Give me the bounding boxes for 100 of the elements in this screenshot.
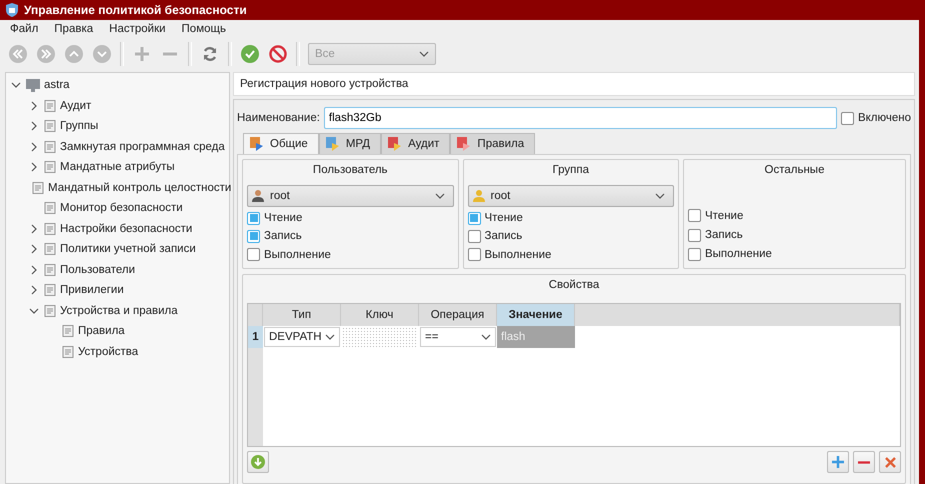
plus-icon — [832, 456, 844, 468]
document-icon — [44, 120, 56, 132]
tab[interactable]: Правила — [450, 133, 536, 154]
tree-item[interactable]: Мандатные атрибуты — [60, 161, 175, 174]
checkbox[interactable] — [247, 212, 260, 224]
add-button[interactable] — [827, 451, 849, 473]
tree-item[interactable]: Мандатный контроль целостности — [48, 182, 232, 194]
expanded-icon[interactable] — [29, 308, 39, 314]
prohibited-icon — [269, 45, 287, 63]
collapsed-icon[interactable] — [31, 244, 37, 254]
checkbox[interactable] — [688, 228, 701, 242]
operation-dropdown[interactable]: == — [420, 327, 496, 347]
owner-dropdown[interactable]: root — [468, 184, 674, 207]
checkbox-label: Включено — [858, 112, 911, 124]
last-button[interactable] — [34, 42, 58, 66]
tab-image-icon — [326, 137, 340, 151]
collapsed-icon[interactable] — [31, 224, 37, 234]
document-icon — [44, 202, 56, 214]
menu-item[interactable]: Файл — [2, 23, 46, 35]
caret-icon — [325, 334, 335, 340]
group-title: Пользователь — [312, 164, 389, 178]
menu-item[interactable]: Правка — [46, 23, 102, 35]
checkbox[interactable] — [688, 248, 701, 261]
expanded-icon[interactable] — [11, 82, 21, 88]
collapsed-icon[interactable] — [31, 264, 37, 275]
tab-image-icon — [457, 137, 472, 151]
download-button[interactable] — [247, 451, 269, 473]
type-dropdown[interactable]: DEVPATH — [264, 327, 340, 347]
column-header[interactable]: Значение — [497, 304, 575, 326]
checkbox-label: Выполнение — [705, 248, 772, 260]
tab[interactable]: Аудит — [381, 133, 450, 154]
tree-item[interactable]: Привилегии — [60, 284, 124, 296]
collapsed-icon[interactable] — [31, 100, 37, 111]
checkbox[interactable] — [247, 230, 260, 243]
window-title: Управление политикой безопасности — [24, 3, 247, 17]
tree-item[interactable]: Политики учетной записи — [60, 243, 196, 256]
tree-item[interactable]: Группы — [60, 120, 98, 132]
document-icon — [44, 284, 56, 296]
document-icon — [44, 140, 56, 153]
tree-item[interactable]: Правила — [78, 325, 125, 338]
document-icon — [44, 264, 56, 276]
collapsed-icon[interactable] — [31, 162, 37, 172]
column-header[interactable]: Тип — [263, 304, 341, 326]
panel-title: Регистрация нового устройства — [233, 72, 915, 96]
group-title: Группа — [552, 164, 590, 178]
menu-item[interactable]: Помощь — [174, 23, 234, 35]
checkbox-label: Чтение — [264, 212, 302, 224]
document-icon — [44, 222, 56, 235]
tree-item[interactable]: Пользователи — [60, 264, 136, 276]
collapsed-icon[interactable] — [31, 142, 37, 152]
caret-icon — [419, 51, 429, 57]
close-icon — [884, 456, 896, 468]
up-button[interactable] — [62, 42, 86, 66]
first-button[interactable] — [6, 42, 30, 66]
tree-item[interactable]: Аудит — [60, 100, 92, 112]
delete-button[interactable] — [879, 451, 901, 473]
tab-image-icon — [388, 137, 402, 151]
document-icon — [32, 182, 44, 194]
minus-icon — [858, 460, 870, 464]
column-header[interactable]: Операция — [419, 304, 497, 326]
checkbox-label: Выполнение — [264, 248, 331, 261]
remove-button[interactable] — [853, 451, 875, 473]
tab[interactable]: Общие — [243, 133, 319, 154]
key-cell[interactable] — [342, 327, 418, 347]
shield-icon — [6, 3, 18, 17]
collapsed-icon[interactable] — [31, 121, 37, 132]
checkbox[interactable] — [688, 209, 701, 222]
checkbox-label: Чтение — [705, 210, 744, 222]
tree-item[interactable]: Устройства — [78, 346, 138, 358]
monitor-icon — [26, 78, 40, 92]
first-icon — [9, 45, 27, 63]
tree-item[interactable]: Настройки безопасности — [60, 222, 192, 235]
apply-button[interactable] — [238, 42, 262, 66]
document-icon — [44, 243, 56, 256]
caret-icon — [481, 334, 491, 340]
tree-item[interactable]: Замкнутая программная среда — [60, 140, 225, 153]
down-button[interactable] — [90, 42, 114, 66]
checkbox-label: Запись — [705, 229, 743, 242]
group-title: Остальные — [764, 164, 826, 178]
collapsed-icon[interactable] — [31, 285, 37, 296]
checkbox[interactable] — [468, 248, 480, 262]
owner-dropdown[interactable]: root — [247, 184, 454, 207]
checkbox[interactable] — [468, 212, 480, 224]
person-icon — [472, 189, 486, 202]
tree-item[interactable]: astra — [44, 79, 70, 92]
checkbox[interactable] — [840, 112, 854, 124]
person-icon — [252, 189, 266, 202]
caret-icon — [655, 192, 665, 199]
checkbox[interactable] — [247, 248, 260, 262]
checkbox-label: Выполнение — [484, 248, 552, 261]
column-header[interactable]: Ключ — [341, 304, 419, 326]
tab[interactable]: МРД — [318, 133, 382, 154]
tree-item[interactable]: Устройства и правила — [60, 304, 178, 317]
table-corner — [248, 304, 263, 326]
tree-item[interactable]: Монитор безопасности — [60, 202, 183, 214]
name-field[interactable]: flash32Gb — [324, 107, 837, 129]
checkbox-label: Чтение — [484, 212, 523, 224]
row-number: 1 — [248, 326, 263, 348]
checkbox[interactable] — [468, 230, 480, 243]
menu-item[interactable]: Настройки — [101, 23, 174, 35]
